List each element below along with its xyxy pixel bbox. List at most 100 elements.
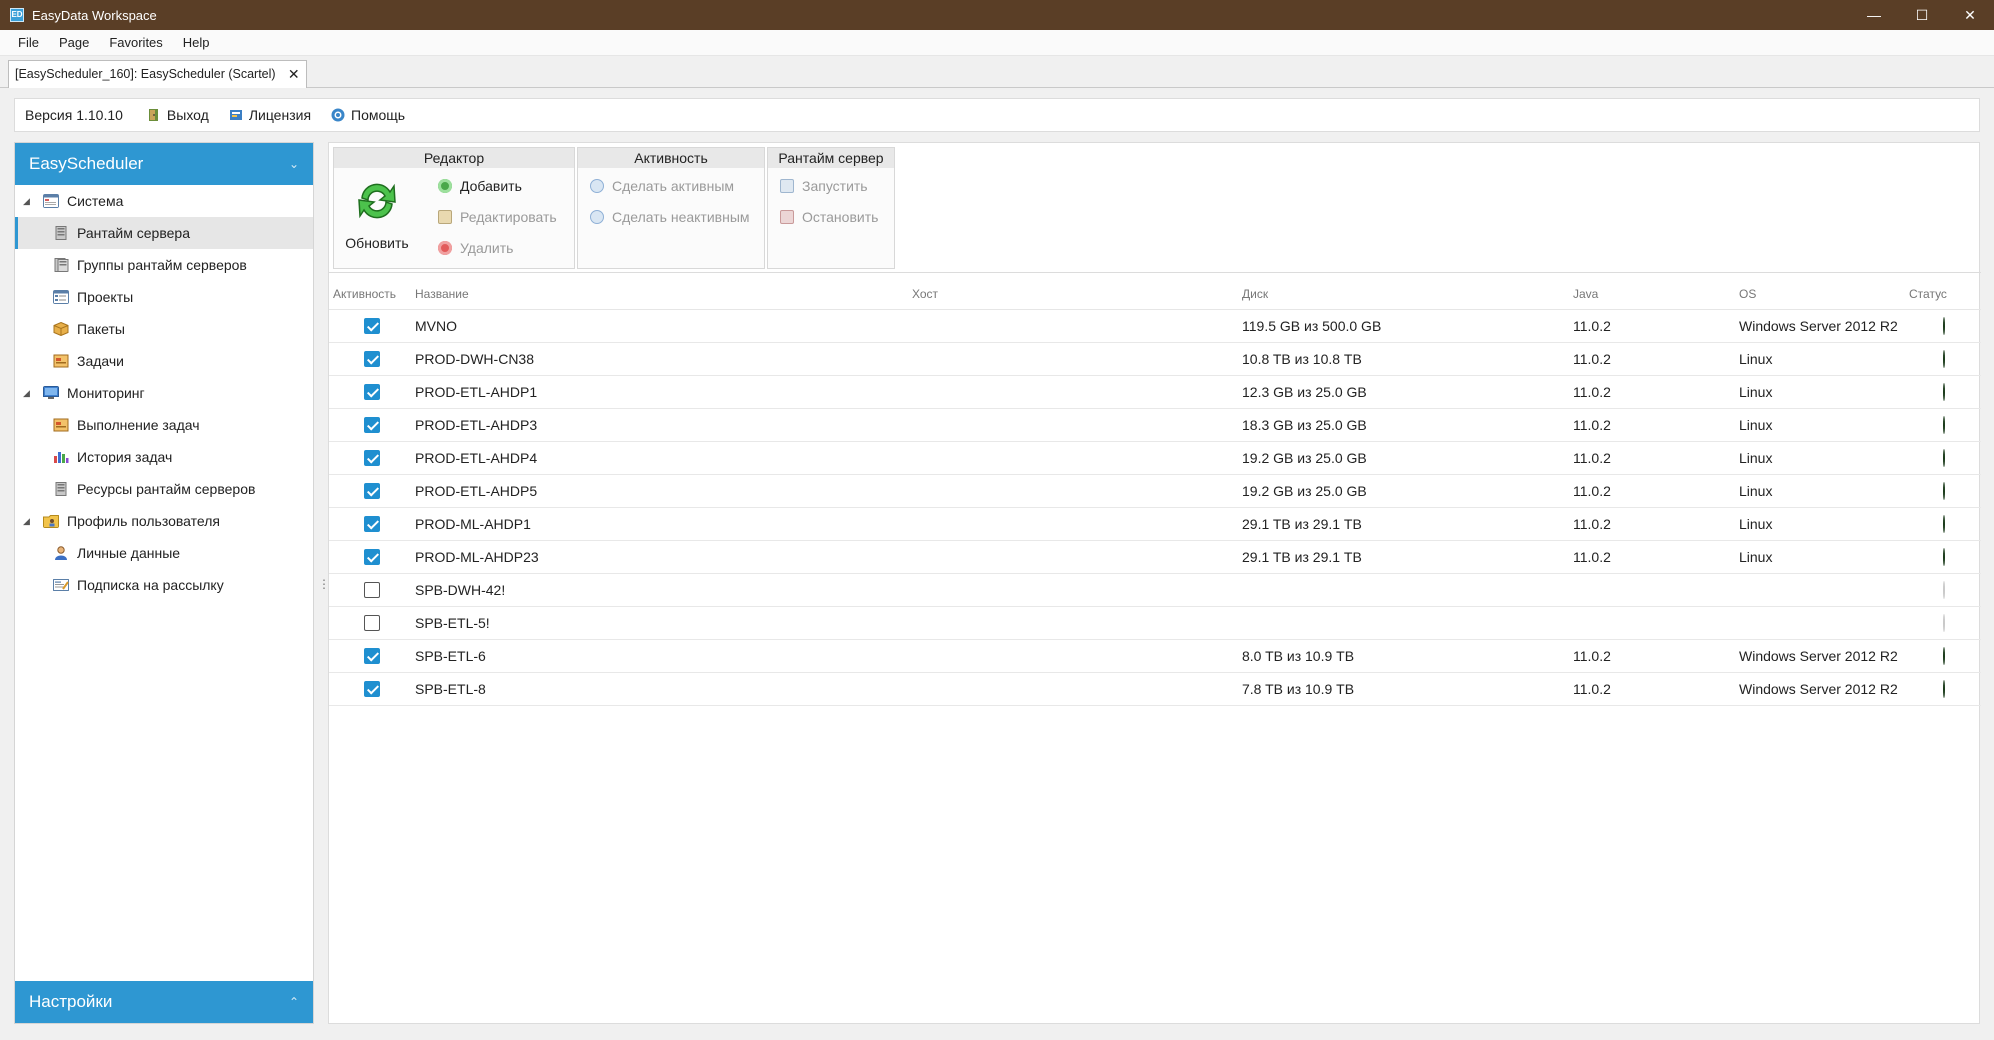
sidebar-item-packages[interactable]: Пакеты [15,313,313,345]
active-checkbox[interactable] [364,549,380,565]
column-header-host[interactable]: Хост [912,287,1242,301]
edit-button[interactable]: Редактировать [438,209,557,225]
table-row[interactable]: SPB-DWH-42! [329,574,1981,607]
name-cell: SPB-ETL-6 [415,648,486,664]
editor-group: Редактор Обновить Добавить Редактировать… [333,147,575,269]
document-tab[interactable]: [EasyScheduler_160]: EasyScheduler (Scar… [8,60,307,88]
active-checkbox[interactable] [364,516,380,532]
sidebar-item-label: Система [67,193,124,209]
sidebar-item-runtime-server-groups[interactable]: Группы рантайм серверов [15,249,313,281]
sidebar-item-personal-data[interactable]: Личные данные [15,537,313,569]
active-checkbox[interactable] [364,351,380,367]
active-checkbox[interactable] [364,483,380,499]
add-button[interactable]: Добавить [438,178,522,194]
sidebar-item-task-history[interactable]: История задач [15,441,313,473]
close-tab-icon[interactable]: ✕ [288,61,300,87]
sidebar-item-runtime-servers[interactable]: Рантайм сервера [15,217,313,249]
sidebar-item-mailing-subscription[interactable]: Подписка на рассылку [15,569,313,601]
menu-help[interactable]: Help [183,35,210,50]
sidebar-header[interactable]: EasyScheduler ⌄ [15,143,313,185]
os-cell: Linux [1739,516,1773,532]
active-checkbox[interactable] [364,648,380,664]
exit-button[interactable]: Выход [147,107,209,123]
make-active-button[interactable]: Сделать активным [590,178,734,194]
make-inactive-label: Сделать неактивным [612,209,750,225]
active-checkbox[interactable] [364,384,380,400]
menu-favorites[interactable]: Favorites [109,35,162,50]
collapse-arrow-icon[interactable]: ◢ [23,196,35,207]
help-button[interactable]: Помощь [331,107,405,123]
status-indicator-icon [1943,647,1945,665]
table-row[interactable]: PROD-ETL-AHDP1 12.3 GB из 25.0 GB 11.0.2 Li… [329,376,1981,409]
sidebar-settings-header[interactable]: Настройки ⌃ [15,981,313,1023]
name-cell: PROD-ETL-AHDP1 [415,384,538,400]
active-checkbox[interactable] [364,318,380,334]
status-indicator-icon [1943,680,1945,698]
table-row[interactable]: PROD-DWH-CN38 10.8 TB из 10.8 TB 11.0.2 Lin… [329,343,1981,376]
sidebar-item-tasks[interactable]: Задачи [15,345,313,377]
disk-cell: 7.8 TB из 10.9 TB [1242,681,1355,697]
column-header-status[interactable]: Статус [1905,287,1981,301]
table-row[interactable]: PROD-ETL-AHDP5 19.2 GB из 25.0 GB 11.0.2 Li… [329,475,1981,508]
chevron-down-icon[interactable]: ⌄ [289,157,299,171]
stop-button[interactable]: Остановить [780,209,878,225]
splitter-handle[interactable]: ⋮ [318,574,330,594]
status-cell [1905,317,1981,335]
sidebar-item-task-execution[interactable]: Выполнение задач [15,409,313,441]
table-row[interactable]: PROD-ML-AHDP23 29.1 TB из 29.1 TB 11.0.2 Li… [329,541,1981,574]
server-icon [55,226,67,240]
table-row[interactable]: SPB-ETL-8 7.8 TB из 10.9 TB 11.0.2 Windows … [329,673,1981,706]
column-header-disk[interactable]: Диск [1242,287,1573,301]
project-icon [53,290,69,304]
ribbon-toolbar: Редактор Обновить Добавить Редактировать… [329,143,1981,273]
active-checkbox[interactable] [364,582,380,598]
license-icon [229,110,242,120]
profile-folder-icon [43,515,59,528]
active-checkbox-cell [329,615,415,631]
status-indicator-icon [1943,482,1945,500]
active-checkbox[interactable] [364,417,380,433]
collapse-arrow-icon[interactable]: ◢ [23,516,35,527]
table-row[interactable]: PROD-ETL-AHDP4 19.2 GB из 25.0 GB 11.0.2 Li… [329,442,1981,475]
table-row[interactable]: PROD-ML-AHDP1 29.1 TB из 29.1 TB 11.0.2 Lin… [329,508,1981,541]
status-cell [1905,383,1981,401]
menu-page[interactable]: Page [59,35,89,50]
table-row[interactable]: SPB-ETL-6 8.0 TB из 10.9 TB 11.0.2 Windows … [329,640,1981,673]
sidebar-item-runtime-server-resources[interactable]: Ресурсы рантайм серверов [15,473,313,505]
active-checkbox[interactable] [364,450,380,466]
active-checkbox[interactable] [364,615,380,631]
java-cell: 11.0.2 [1573,483,1611,499]
table-row[interactable]: SPB-ETL-5! [329,607,1981,640]
exit-label: Выход [166,107,209,123]
menu-file[interactable]: File [18,35,39,50]
column-header-java[interactable]: Java [1573,287,1739,301]
sidebar-item-system[interactable]: ◢ Система [15,185,313,217]
sidebar-item-monitoring[interactable]: ◢ Мониторинг [15,377,313,409]
stop-label: Остановить [802,209,879,225]
sidebar-item-user-profile[interactable]: ◢ Профиль пользователя [15,505,313,537]
close-window-button[interactable]: ✕ [1946,0,1994,30]
table-row[interactable]: PROD-ETL-AHDP3 18.3 GB из 25.0 GB 11.0.2 Li… [329,409,1981,442]
make-inactive-button[interactable]: Сделать неактивным [590,209,750,225]
os-cell: Windows Server 2012 R2 [1739,681,1898,697]
collapse-arrow-icon[interactable]: ◢ [23,388,35,399]
active-checkbox[interactable] [364,681,380,697]
column-header-name[interactable]: Название [415,287,912,301]
license-button[interactable]: Лицензия [229,107,311,123]
sidebar-item-projects[interactable]: Проекты [15,281,313,313]
window-title: EasyData Workspace [32,7,157,23]
minimize-button[interactable]: — [1850,0,1898,30]
column-header-active[interactable]: Активность [329,287,415,301]
active-checkbox-cell [329,450,415,466]
column-header-os[interactable]: OS [1739,287,1905,301]
start-button[interactable]: Запустить [780,178,868,194]
monitor-icon [43,386,59,399]
chevron-up-icon[interactable]: ⌃ [289,995,299,1009]
maximize-button[interactable]: ☐ [1898,0,1946,30]
table-row[interactable]: MVNO 119.5 GB из 500.0 GB 11.0.2 Windows Se… [329,310,1981,343]
refresh-label: Обновить [345,235,409,251]
delete-button[interactable]: Удалить [438,240,513,256]
refresh-button[interactable]: Обновить [342,178,412,251]
sidebar-item-label: История задач [77,449,173,465]
active-checkbox-cell [329,582,415,598]
